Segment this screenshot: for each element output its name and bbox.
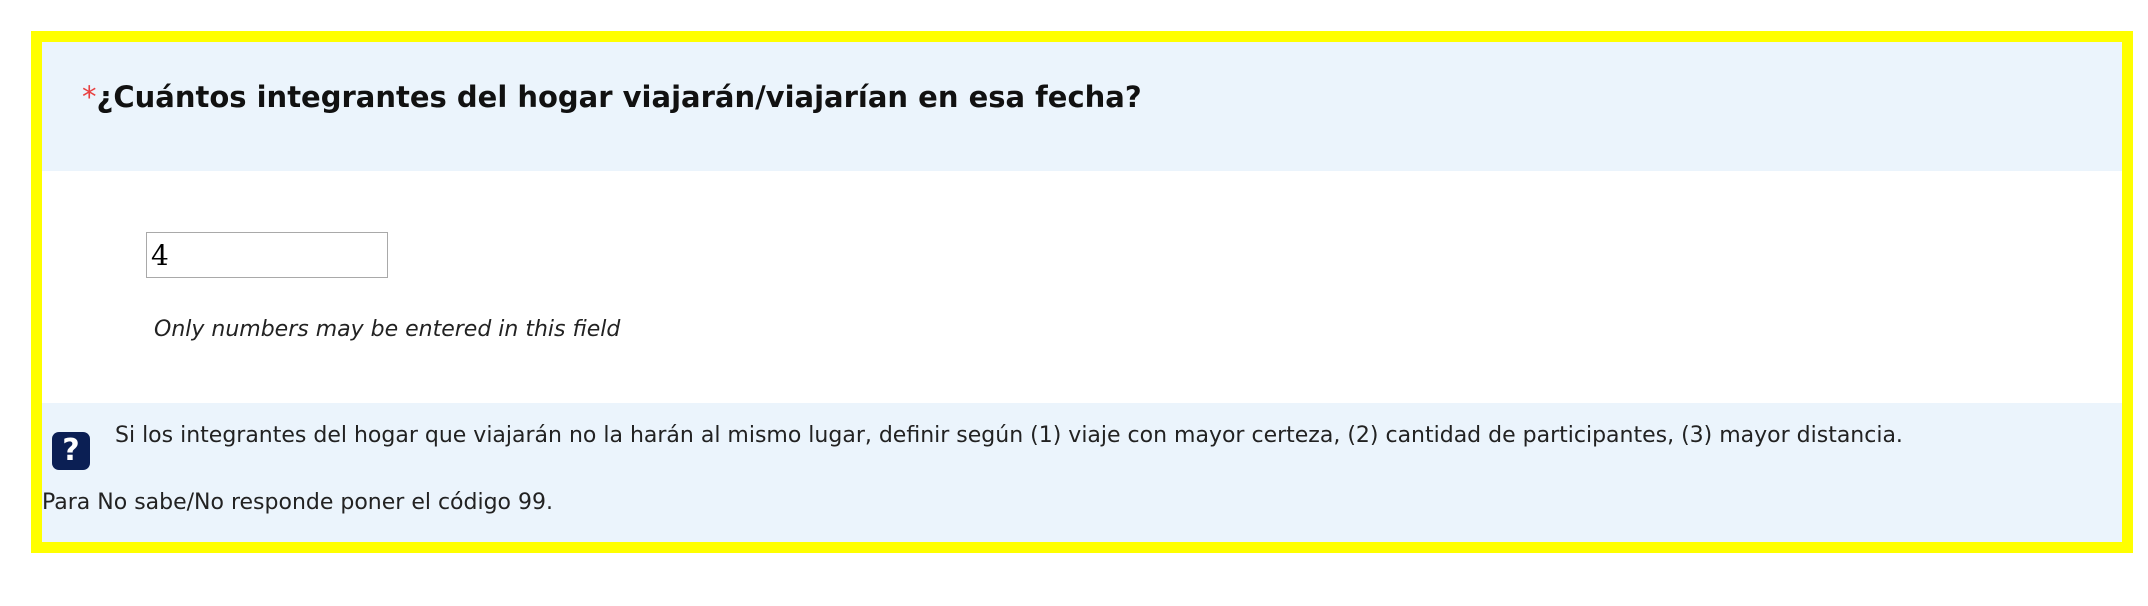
required-marker: * (82, 80, 97, 114)
question-header: *¿Cuántos integrantes del hogar viajarán… (42, 42, 2122, 171)
question-title: *¿Cuántos integrantes del hogar viajarán… (82, 80, 1142, 114)
validation-tip: Only numbers may be entered in this fiel… (154, 317, 621, 342)
question-mark-icon: ? (52, 432, 90, 470)
help-note: Para No sabe/No responde poner el código… (42, 490, 553, 515)
question-label: ¿Cuántos integrantes del hogar viajarán/… (96, 80, 1142, 114)
help-text: Si los integrantes del hogar que viajará… (115, 423, 1903, 448)
answer-number-input[interactable] (146, 232, 388, 278)
help-section: ? Si los integrantes del hogar que viaja… (42, 403, 2122, 542)
question-frame: *¿Cuántos integrantes del hogar viajarán… (31, 31, 2133, 553)
